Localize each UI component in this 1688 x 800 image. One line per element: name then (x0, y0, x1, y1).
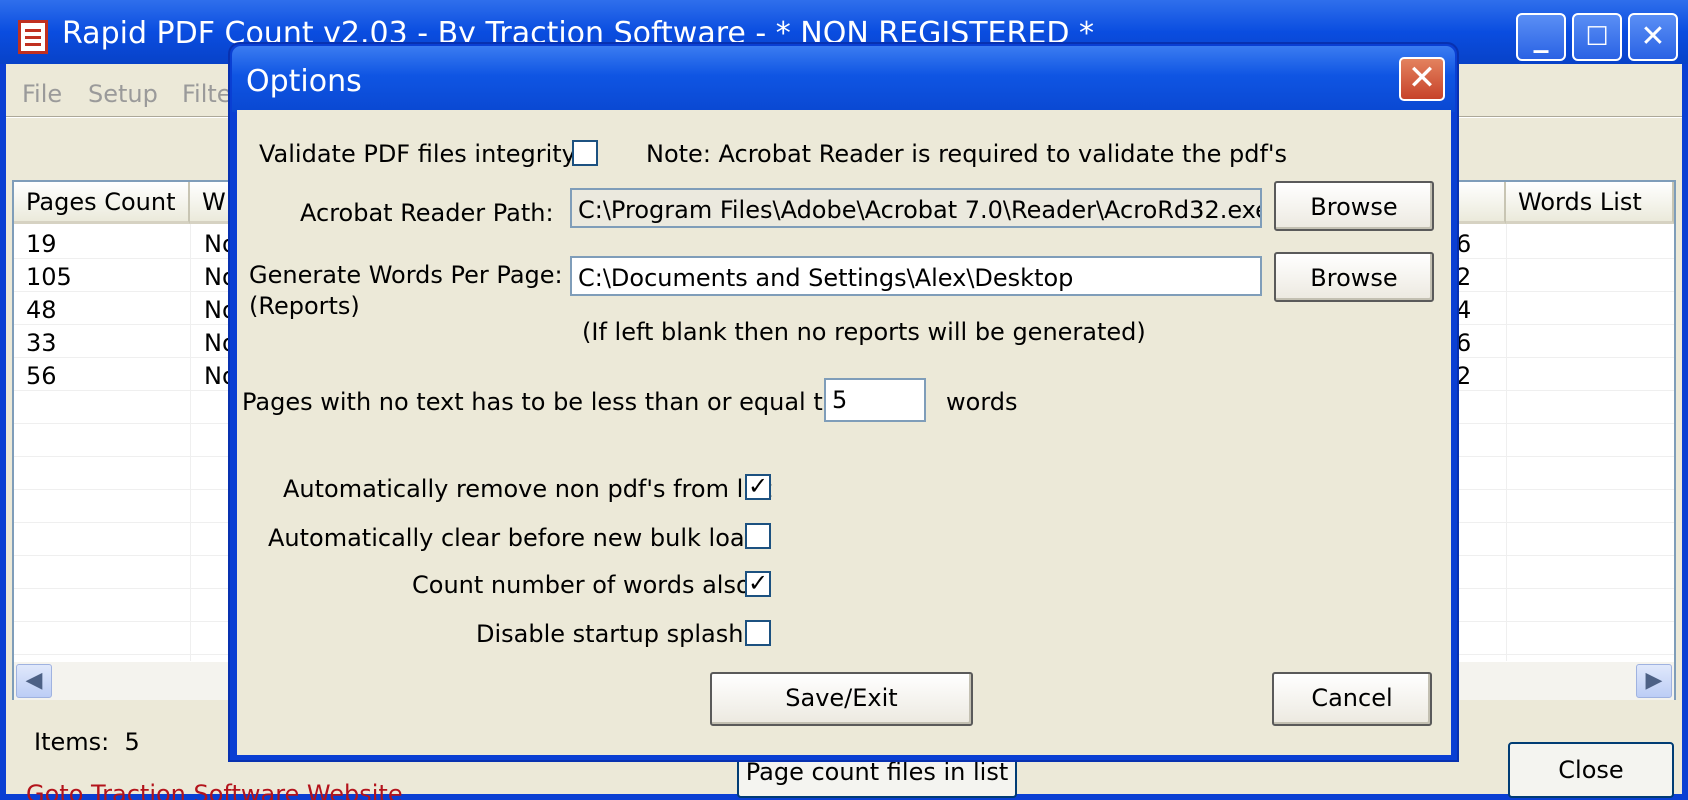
count-words-checkbox[interactable]: ✓ (745, 571, 771, 597)
acrobat-path-label: Acrobat Reader Path: (300, 199, 554, 227)
count-words-label: Count number of words also (412, 571, 751, 599)
items-count-value: 5 (124, 728, 140, 756)
words-per-page-field[interactable]: C:\Documents and Settings\Alex\Desktop (570, 256, 1262, 296)
disable-splash-checkbox[interactable] (745, 620, 771, 646)
validate-label: Validate PDF files integrity (259, 140, 576, 168)
browse-reports-button[interactable]: Browse (1274, 252, 1434, 302)
menu-filter[interactable]: Filte (182, 80, 232, 108)
table-row-pages[interactable]: 56 (26, 362, 57, 390)
menu-setup[interactable]: Setup (88, 80, 158, 108)
browse-acrobat-button[interactable]: Browse (1274, 181, 1434, 231)
column-divider (190, 224, 191, 661)
table-row-pages[interactable]: 19 (26, 230, 57, 258)
table-row-pages[interactable]: 105 (26, 263, 72, 291)
close-window-icon[interactable]: ✕ (1628, 13, 1678, 61)
blank-note: (If left blank then no reports will be g… (582, 318, 1146, 346)
words-unit-label: words (946, 388, 1018, 416)
disable-splash-label: Disable startup splash (476, 620, 744, 648)
no-text-words-field[interactable]: 5 (824, 378, 926, 422)
traction-website-link[interactable]: Goto Traction Software Website (26, 780, 403, 800)
app-icon[interactable] (18, 20, 48, 54)
options-title-bar[interactable] (232, 46, 1455, 112)
table-row-right[interactable]: 4 (1456, 296, 1471, 324)
dialog-close-icon[interactable]: ✕ (1399, 57, 1445, 101)
column-header-pages-count[interactable]: Pages Count (14, 182, 190, 224)
table-row-right[interactable]: 6 (1456, 329, 1471, 357)
table-row-pages[interactable]: 48 (26, 296, 57, 324)
cancel-button[interactable]: Cancel (1272, 672, 1432, 726)
items-label-text: Items: (34, 728, 110, 756)
table-row-right[interactable]: 6 (1456, 230, 1471, 258)
column-divider (1506, 224, 1507, 661)
words-per-page-label: Generate Words Per Page: (249, 261, 563, 289)
acrobat-path-field[interactable]: C:\Program Files\Adobe\Acrobat 7.0\Reade… (570, 188, 1262, 228)
items-count-label: Items: 5 (34, 728, 140, 756)
scroll-left-icon[interactable]: ◀ (16, 664, 52, 698)
validate-checkbox[interactable] (572, 140, 598, 166)
menu-file[interactable]: File (22, 80, 62, 108)
close-button[interactable]: Close (1508, 742, 1674, 798)
reports-label: (Reports) (249, 292, 360, 320)
scroll-right-icon[interactable]: ▶ (1636, 664, 1672, 698)
table-row-right[interactable]: 2 (1456, 263, 1471, 291)
clear-before-load-checkbox[interactable] (745, 523, 771, 549)
remove-non-pdf-checkbox[interactable]: ✓ (745, 474, 771, 500)
table-row-right[interactable]: 2 (1456, 362, 1471, 390)
options-title: Options (246, 64, 362, 99)
remove-non-pdf-label: Automatically remove non pdf's from list (283, 475, 772, 503)
maximize-icon[interactable]: ☐ (1572, 13, 1622, 61)
validate-note: Note: Acrobat Reader is required to vali… (646, 140, 1288, 168)
clear-before-load-label: Automatically clear before new bulk load (268, 524, 760, 552)
minimize-icon[interactable]: _ (1516, 13, 1566, 61)
save-exit-button[interactable]: Save/Exit (710, 672, 973, 726)
no-text-label: Pages with no text has to be less than o… (242, 388, 846, 416)
table-row-pages[interactable]: 33 (26, 329, 57, 357)
column-header-words-list[interactable]: Words List (1506, 182, 1674, 224)
